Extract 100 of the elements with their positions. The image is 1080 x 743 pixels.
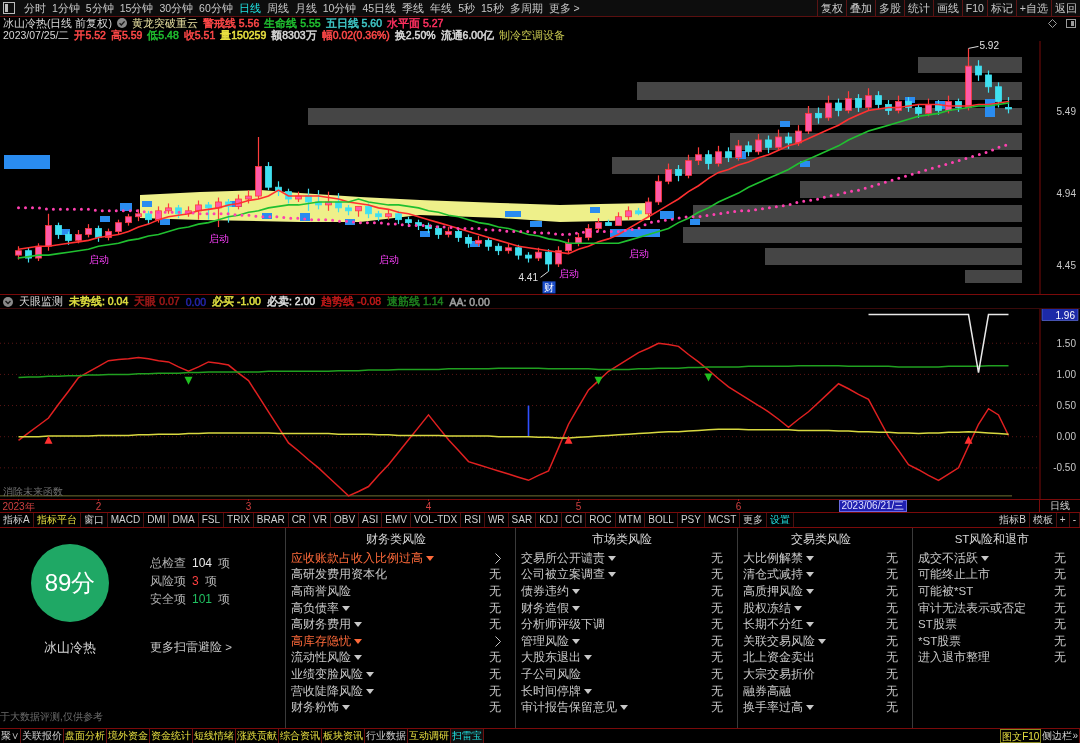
period-tab[interactable]: 更多 > [545, 0, 583, 16]
indicator-tab[interactable]: CR [288, 513, 311, 527]
risk-item[interactable]: 应收账款占收入比例过高 [291, 550, 423, 566]
period-tab[interactable]: 45日线 [359, 0, 400, 16]
indicator-tab[interactable]: + [1056, 513, 1070, 527]
window-icon[interactable] [3, 2, 15, 14]
risk-item[interactable]: 高商誉风险 [291, 584, 351, 599]
indicator-tab[interactable]: MTM [615, 513, 646, 527]
bottom-tab[interactable]: 板块资讯 [322, 729, 365, 743]
risk-item[interactable]: 北上资金卖出 [743, 650, 815, 666]
caret-icon[interactable] [620, 705, 628, 711]
bottom-tab[interactable]: 境外资金 [107, 729, 150, 743]
toolbar-button[interactable]: 返回 [1051, 0, 1080, 16]
chevron-circle-icon[interactable] [3, 296, 13, 307]
indicator-tab[interactable]: 指标B [996, 513, 1030, 527]
indicator-tab[interactable]: KDJ [536, 513, 563, 527]
risk-item[interactable]: 管理风险 [521, 633, 569, 649]
indicator-tab[interactable]: 设置 [767, 513, 795, 527]
bottom-tab[interactable]: 行业数据 [365, 729, 408, 743]
caret-icon[interactable] [981, 555, 989, 561]
period-tab[interactable]: 10分钟 [319, 0, 360, 16]
period-tab[interactable]: 年线 [427, 0, 456, 16]
risk-item[interactable]: 可能被*ST [918, 584, 974, 599]
toolbar-button[interactable]: 统计 [903, 0, 933, 16]
period-tab[interactable]: 30分钟 [156, 0, 197, 16]
caret-icon[interactable] [426, 555, 434, 561]
risk-item[interactable]: 分析师评级下调 [521, 617, 605, 633]
indicator-tab[interactable]: 窗口 [80, 513, 108, 527]
bottom-tab[interactable]: 关联报价 [21, 729, 64, 743]
period-tab[interactable]: 1分钟 [49, 0, 83, 16]
caret-icon[interactable] [342, 705, 350, 711]
indicator-tab[interactable]: RSI [461, 513, 485, 527]
risk-item[interactable]: 大宗交易折价 [743, 666, 815, 682]
indicator-tab[interactable]: CCI [562, 513, 587, 527]
caret-icon[interactable] [584, 688, 592, 694]
bottom-tab[interactable]: 扫雷宝 [451, 729, 484, 743]
indicator-tab[interactable]: WR [484, 513, 509, 527]
bottom-tab[interactable]: 聚∨ [0, 729, 21, 743]
period-tab[interactable]: 5分钟 [82, 0, 117, 16]
bottom-tab[interactable]: 盘面分析 [64, 729, 107, 743]
check-circle-icon[interactable] [116, 18, 127, 28]
risk-item[interactable]: 营收陡降风险 [291, 683, 363, 699]
caret-icon[interactable] [354, 622, 362, 628]
risk-item[interactable]: 可能终止上市 [918, 567, 990, 583]
period-tab[interactable]: 多周期 [506, 0, 546, 16]
caret-icon[interactable] [366, 688, 374, 694]
indicator-tab[interactable]: ASI [359, 513, 383, 527]
diamond-icon[interactable] [1048, 18, 1057, 28]
period-tab[interactable]: 15秒 [477, 0, 507, 16]
caret-icon[interactable] [608, 572, 616, 578]
indicator-tab[interactable]: ROC [586, 513, 616, 527]
chevron-right-icon[interactable] [495, 552, 501, 564]
indicator-tab[interactable]: DMA [169, 513, 199, 527]
indicator-tab[interactable]: OBV [331, 513, 360, 527]
indicator-tab[interactable]: DMI [144, 513, 170, 527]
risk-item[interactable]: 财务粉饰 [291, 700, 339, 716]
toolbar-button[interactable]: 复权 [816, 0, 846, 16]
side-button[interactable]: 图文F10 [1000, 729, 1042, 743]
risk-item[interactable]: 财务造假 [521, 600, 569, 616]
caret-icon[interactable] [354, 638, 362, 644]
period-tab[interactable]: 日线 [235, 0, 264, 16]
event-badge[interactable]: 财 [542, 281, 556, 294]
more-scan-link[interactable]: 更多扫雷避险 > [150, 640, 232, 655]
toolbar-button[interactable]: 标记 [986, 0, 1016, 16]
toolbar-button[interactable]: 多股 [874, 0, 904, 16]
caret-icon[interactable] [806, 555, 814, 561]
risk-item[interactable]: 融券高融 [743, 683, 791, 699]
bottom-tab[interactable]: 涨跌贡献 [236, 729, 279, 743]
risk-item[interactable]: 高财务费用 [291, 617, 351, 633]
chevron-right-icon[interactable] [495, 635, 501, 647]
toolbar-button[interactable]: +自选 [1015, 0, 1051, 16]
risk-item[interactable]: 子公司风险 [521, 666, 581, 682]
caret-icon[interactable] [794, 605, 802, 611]
indicator-tab[interactable]: - [1069, 513, 1080, 527]
caret-icon[interactable] [572, 605, 580, 611]
risk-item[interactable]: 业绩变脸风险 [291, 666, 363, 682]
indicator-tab[interactable]: FSL [198, 513, 225, 527]
risk-item[interactable]: 审计无法表示或否定 [918, 600, 1026, 616]
toolbar-button[interactable]: F10 [961, 0, 987, 16]
risk-item[interactable]: 股权冻结 [743, 600, 791, 616]
risk-item[interactable]: 高负债率 [291, 600, 339, 616]
risk-item[interactable]: 高研发费用资本化 [291, 567, 387, 583]
caret-icon[interactable] [572, 638, 580, 644]
period-tab[interactable]: 15分钟 [116, 0, 157, 16]
indicator-tab[interactable]: VOL-TDX [410, 513, 462, 527]
square-icon[interactable] [1066, 18, 1076, 28]
caret-icon[interactable] [608, 555, 616, 561]
period-tab[interactable]: 5秒 [455, 0, 478, 16]
risk-item[interactable]: 大比例解禁 [743, 550, 803, 566]
indicator-tab[interactable]: VR [310, 513, 331, 527]
period-tab[interactable]: 季线 [399, 0, 428, 16]
risk-item[interactable]: 公司被立案调查 [521, 567, 605, 583]
indicator-tab[interactable]: 更多 [740, 513, 768, 527]
formula-name[interactable]: 黄龙突破重云 [131, 17, 198, 29]
period-tab[interactable]: 60分钟 [196, 0, 236, 16]
period-tab[interactable]: 分时 [21, 0, 49, 16]
caret-icon[interactable] [572, 589, 580, 594]
indicator-tab[interactable]: EMV [382, 513, 411, 527]
caret-icon[interactable] [806, 705, 814, 711]
indicator-tab[interactable]: BOLL [645, 513, 678, 527]
